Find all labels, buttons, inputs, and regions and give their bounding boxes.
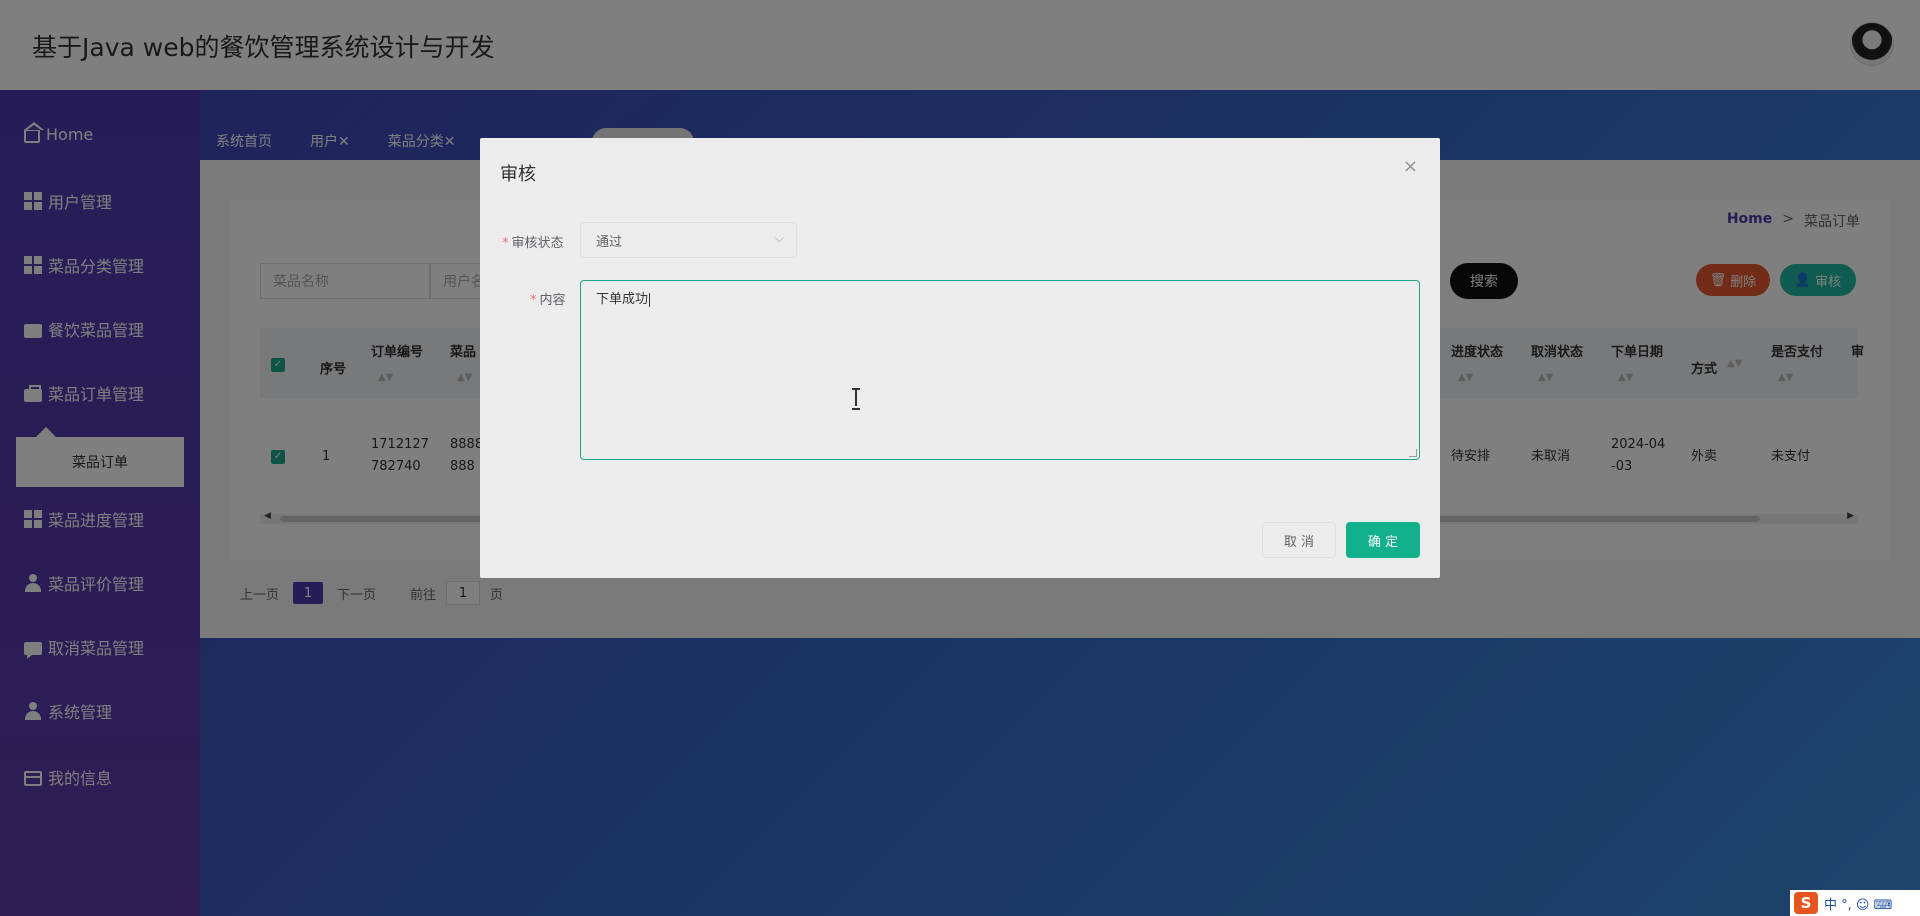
status-select-value: 通过 [596, 234, 623, 250]
cancel-button[interactable]: 取 消 [1262, 522, 1336, 558]
ibeam-cursor-icon [852, 388, 860, 410]
audit-dialog: 审核 × * 审核状态 通过 ⌵ * 内容 下单成功 取 消 确 定 [480, 138, 1440, 578]
status-select[interactable]: 通过 ⌵ [580, 222, 797, 258]
chevron-down-icon: ⌵ [774, 231, 784, 245]
text-caret [649, 292, 651, 307]
ime-toolbar[interactable]: S 中 °, ☺ ⌨ [1790, 890, 1920, 916]
confirm-button[interactable]: 确 定 [1346, 522, 1420, 558]
status-label: * 审核状态 [502, 232, 564, 251]
status-label-text: 审核状态 [511, 236, 564, 251]
sogou-logo-icon: S [1794, 892, 1818, 914]
content-label-text: 内容 [539, 293, 566, 308]
required-marker: * [502, 236, 509, 251]
content-textarea[interactable]: 下单成功 [580, 280, 1420, 460]
content-label: * 内容 [530, 289, 566, 308]
ime-status: 中 °, ☺ ⌨ [1824, 897, 1893, 913]
required-marker: * [530, 293, 537, 308]
content-text: 下单成功 [596, 292, 649, 307]
app-window: 基于Java web的餐饮管理系统设计与开发 Home 用户管理 菜品分类管理 … [0, 0, 1920, 916]
resize-handle-icon[interactable] [1409, 449, 1417, 457]
close-icon[interactable]: × [1403, 156, 1418, 177]
dialog-title: 审核 [500, 164, 536, 185]
